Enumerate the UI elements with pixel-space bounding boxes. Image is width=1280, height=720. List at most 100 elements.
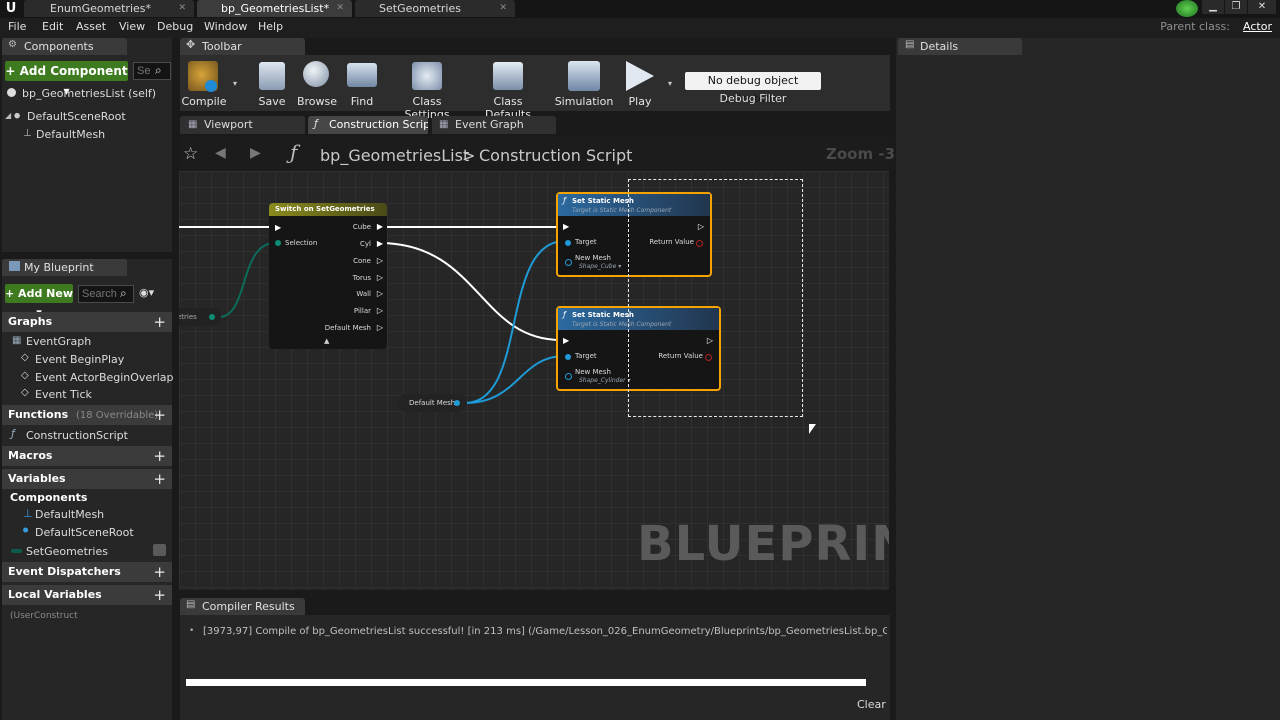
variable-type-toggle[interactable] [153, 544, 166, 556]
default-mesh-output-pin[interactable] [454, 400, 460, 406]
doc-tab-set-geometries[interactable]: SetGeometries ✕ [355, 0, 515, 17]
variable-item-set-geometries[interactable]: SetGeometries [26, 545, 108, 558]
exec-input-pin[interactable]: ▶ [563, 222, 569, 231]
eye-visibility-icon[interactable]: ◉▾ [139, 286, 154, 299]
selection-input-pin[interactable] [275, 240, 281, 246]
wall-exec-pin[interactable]: ▷ [377, 289, 383, 298]
exec-input-pin[interactable]: ▶ [275, 223, 281, 232]
torus-exec-pin[interactable]: ▷ [377, 273, 383, 282]
close-window-icon[interactable]: ✕ [1248, 0, 1276, 14]
menu-edit[interactable]: Edit [42, 20, 63, 33]
menu-view[interactable]: View [119, 20, 145, 33]
mesh-asset-value[interactable]: Shape_Cylinder ▾ [579, 377, 631, 384]
menu-file[interactable]: File [8, 20, 26, 33]
variables-section[interactable]: Variables + [2, 469, 172, 489]
compile-button[interactable]: Compile [182, 58, 227, 108]
source-control-icon[interactable] [1176, 0, 1198, 17]
simulation-button[interactable]: Simulation [555, 58, 613, 108]
target-pin[interactable] [565, 240, 571, 246]
component-item-default-scene-root[interactable]: DefaultSceneRoot [27, 110, 126, 123]
graph-canvas[interactable]: etries Switch on SetGeometries ▶ Selecti… [179, 171, 889, 590]
menu-help[interactable]: Help [258, 20, 283, 33]
clear-button[interactable]: Clear [857, 698, 886, 711]
breadcrumb-blueprint[interactable]: bp_GeometriesList [320, 146, 469, 165]
minimize-icon[interactable]: ▁ [1202, 0, 1224, 14]
play-button[interactable]: Play [620, 58, 660, 108]
exec-input-pin[interactable]: ▶ [563, 336, 569, 345]
details-tab[interactable]: Details [898, 38, 1022, 55]
collapse-arrow-icon[interactable]: ◢ [5, 111, 11, 120]
variable-item-default-scene-root[interactable]: DefaultSceneRoot [35, 526, 134, 539]
doc-tab-bp-geometries-list[interactable]: bp_GeometriesList* ✕ [197, 0, 352, 17]
editor-tab-construction-script[interactable]: ƒ Construction Script [308, 116, 428, 134]
favorite-star-icon[interactable]: ☆ [183, 144, 198, 164]
close-icon[interactable]: ✕ [499, 0, 507, 17]
parent-class-link[interactable]: Actor [1243, 20, 1272, 33]
pillar-exec-pin[interactable]: ▷ [377, 306, 383, 315]
add-function-icon[interactable]: + [153, 405, 166, 425]
add-dispatcher-icon[interactable]: + [153, 562, 166, 582]
editor-tab-event-graph[interactable]: ▦ Event Graph [432, 116, 556, 134]
function-item-construction-script[interactable]: ConstructionScript [26, 429, 128, 442]
menu-window[interactable]: Window [204, 20, 247, 33]
add-component-button[interactable]: + Add Component ▾ [5, 61, 128, 98]
local-variables-section[interactable]: Local Variables (UserConstruct + [2, 585, 172, 621]
enum-variable-node[interactable]: etries [179, 308, 221, 326]
back-arrow-icon[interactable]: ◀ [215, 145, 226, 161]
cone-exec-pin[interactable]: ▷ [377, 256, 383, 265]
browse-button[interactable]: Browse [297, 58, 337, 108]
default-mesh-getter-node[interactable]: Default Mesh [397, 394, 467, 412]
breadcrumb-graph[interactable]: Construction Script [479, 146, 632, 165]
enum-output-pin[interactable] [209, 314, 215, 320]
expand-arrow-icon[interactable]: ▲ [324, 337, 329, 345]
event-dispatchers-section[interactable]: Event Dispatchers + [2, 562, 172, 582]
switch-on-set-geometries-node[interactable]: Switch on SetGeometries ▶ Selection Cube… [269, 203, 387, 349]
my-blueprint-tab[interactable]: My Blueprint [2, 259, 127, 276]
event-item-begin-play[interactable]: Event BeginPlay [35, 353, 124, 366]
enum-wire [218, 242, 276, 318]
compile-options-chevron-icon[interactable]: ▾ [233, 79, 237, 88]
macros-section[interactable]: Macros + [2, 446, 172, 466]
menu-asset[interactable]: Asset [76, 20, 106, 33]
default-mesh-exec-pin[interactable]: ▷ [377, 323, 383, 332]
functions-section[interactable]: Functions (18 Overridable) + [2, 405, 172, 425]
target-pin-label: Target [575, 238, 597, 246]
components-tab[interactable]: Components [2, 38, 127, 55]
close-icon[interactable]: ✕ [178, 0, 186, 17]
components-category[interactable]: Components [10, 491, 87, 504]
new-mesh-pin[interactable] [565, 373, 572, 380]
compiler-results-tab[interactable]: Compiler Results [180, 598, 305, 615]
doc-tab-enum-geometries[interactable]: EnumGeometries* ✕ [24, 0, 194, 17]
component-item-default-mesh[interactable]: DefaultMesh [36, 128, 105, 141]
add-graph-icon[interactable]: + [153, 312, 166, 332]
event-item-actor-begin-overlap[interactable]: Event ActorBeginOverlap [35, 371, 174, 384]
target-pin[interactable] [565, 354, 571, 360]
add-local-variable-icon[interactable]: + [153, 585, 166, 605]
add-new-button[interactable]: + Add New ▾ [5, 284, 73, 319]
component-item-self[interactable]: bp_GeometriesList (self) [22, 87, 156, 100]
play-options-chevron-icon[interactable]: ▾ [668, 79, 672, 88]
maximize-icon[interactable]: ❐ [1225, 0, 1247, 14]
toolbar-tab[interactable]: Toolbar [180, 38, 305, 55]
class-settings-button[interactable]: Class Settings [392, 58, 462, 121]
find-button[interactable]: Find [344, 58, 380, 108]
editor-tab-viewport[interactable]: ▦ Viewport [180, 116, 305, 134]
components-search-input[interactable] [133, 62, 171, 80]
event-item-tick[interactable]: Event Tick [35, 388, 92, 401]
class-defaults-button[interactable]: Class Defaults [472, 58, 544, 121]
add-variable-icon[interactable]: + [153, 469, 166, 489]
mesh-asset-value[interactable]: Shape_Cube ▾ [579, 263, 621, 270]
save-button[interactable]: Save [254, 58, 290, 108]
graphs-section[interactable]: Graphs + [2, 312, 172, 332]
menu-debug[interactable]: Debug [157, 20, 193, 33]
new-mesh-pin[interactable] [565, 259, 572, 266]
graph-item-event-graph[interactable]: EventGraph [26, 335, 91, 348]
close-icon[interactable]: ✕ [336, 0, 344, 17]
debug-object-select[interactable]: No debug object selected ▾ [685, 72, 821, 105]
variable-item-default-mesh[interactable]: DefaultMesh [35, 508, 104, 521]
cube-exec-pin[interactable]: ▶ [377, 222, 383, 231]
scene-root-icon: ⚫ [12, 109, 23, 123]
add-macro-icon[interactable]: + [153, 446, 166, 466]
forward-arrow-icon[interactable]: ▶ [250, 145, 261, 161]
cyl-exec-pin[interactable]: ▶ [377, 239, 383, 248]
